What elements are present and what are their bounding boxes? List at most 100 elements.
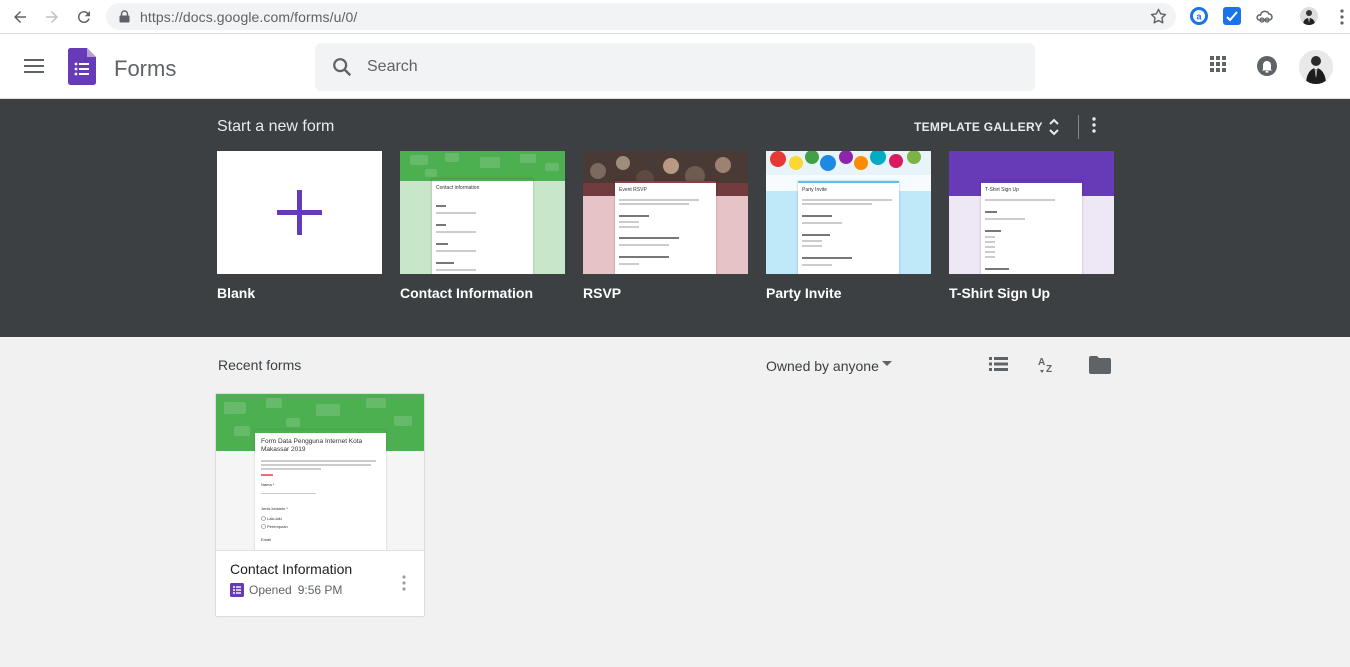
template-thumbnail[interactable]: Event RSVP [583,151,748,274]
preview-field: Jenis kelamin * [261,506,288,511]
placeholder-line [619,256,669,258]
template-label: Party Invite [766,285,842,301]
placeholder-line [985,230,1001,232]
template-thumbnail[interactable]: Contact information [400,151,565,274]
template-contact-information[interactable]: Contact information Contact Information [400,151,565,301]
placeholder-line [985,256,995,258]
placeholder-line [619,237,679,239]
search-icon[interactable] [331,56,353,78]
placeholder-line [619,226,639,228]
template-gallery-button[interactable]: TEMPLATE GALLERY [914,120,1043,134]
list-view-icon[interactable] [989,356,1008,372]
plus-icon [277,190,322,235]
placeholder-line [802,222,842,224]
reload-button[interactable] [72,5,96,29]
placeholder-line [985,241,995,243]
placeholder-line [261,464,371,466]
bookmark-star-icon[interactable] [1149,7,1168,26]
browser-toolbar: https://docs.google.com/forms/u/0/ a [0,0,1350,34]
app-title: Forms [114,56,177,81]
template-thumbnail[interactable]: Party Invite [766,151,931,274]
preview-option: Laki-laki [267,516,282,521]
main-menu-button[interactable] [23,55,45,77]
url-text: https://docs.google.com/forms/u/0/ [140,9,358,25]
template-label: RSVP [583,285,622,301]
placeholder-line [802,240,822,242]
placeholder-line [436,231,476,233]
form-more-options-icon[interactable] [402,575,406,591]
browser-menu-button[interactable] [1330,5,1350,29]
more-options-icon[interactable] [1092,117,1096,133]
placeholder-line [619,215,649,217]
preview-title: Party Invite [802,187,828,193]
accent-bar [255,430,386,433]
template-label: T-Shirt Sign Up [949,285,1051,301]
form-preview: Contact information [432,179,533,274]
template-party-invite[interactable]: Party Invite Party Invite [766,151,931,301]
lock-icon [119,10,130,23]
folder-icon[interactable] [1089,356,1111,374]
placeholder-line [436,205,446,207]
accent-bar [432,179,533,181]
forward-arrow-icon [46,11,58,23]
forward-button[interactable] [40,5,64,29]
unfold-more-icon[interactable] [1047,117,1061,137]
owner-filter-dropdown[interactable]: Owned by anyone [766,358,879,374]
forms-file-icon [230,583,244,597]
browser-profile-avatar[interactable] [1300,7,1318,25]
placeholder-line [436,250,476,252]
preview-title: Event RSVP [619,187,647,193]
placeholder-line [261,493,316,494]
template-blank[interactable]: Blank [217,151,382,301]
divider [1078,115,1079,139]
chat-pattern-header [400,151,565,181]
template-tshirt-sign-up[interactable]: T-Shirt Sign Up T-Shirt Sign Up [949,151,1114,301]
template-thumbnail[interactable]: T-Shirt Sign Up [949,151,1114,274]
hamburger-menu-icon [24,59,44,73]
placeholder-line [985,246,995,248]
back-button[interactable] [8,5,32,29]
google-apps-button[interactable] [1209,55,1227,78]
placeholder-line [261,460,376,462]
placeholder-line [619,221,639,223]
sort-az-icon[interactable]: A Z [1037,355,1059,375]
placeholder-line [802,215,832,217]
form-preview: T-Shirt Sign Up [981,181,1082,274]
placeholder-line [619,199,699,201]
search-input[interactable] [367,43,1007,91]
form-preview: Event RSVP [615,181,716,274]
placeholder-line [802,257,852,259]
placeholder-line [985,199,1055,201]
placeholder-line [985,251,995,253]
notifications-button[interactable] [1256,55,1278,82]
app-header: Forms [0,34,1350,99]
form-thumbnail[interactable]: Form Data Pengguna Internet Kota Makassa… [216,394,424,551]
address-bar[interactable]: https://docs.google.com/forms/u/0/ [106,3,1176,30]
extension-a-icon[interactable]: a [1190,7,1208,25]
placeholder-line [802,203,872,205]
form-name: Contact Information [230,561,353,577]
svg-text:Z: Z [1046,364,1052,375]
search-bar[interactable] [315,43,1035,91]
placeholder-line [436,269,476,271]
forms-logo-icon[interactable] [68,48,96,90]
placeholder-line [261,468,321,470]
recent-form-card[interactable]: Form Data Pengguna Internet Kota Makassa… [215,393,425,617]
template-rsvp[interactable]: Event RSVP RSVP [583,151,748,301]
accent-bar [981,181,1082,183]
reload-icon [77,11,90,24]
extension-cloud-icon[interactable] [1255,7,1273,25]
extension-check-icon[interactable] [1223,7,1241,25]
dropdown-arrow-icon[interactable] [882,361,892,367]
placeholder-line [985,236,995,238]
back-arrow-icon [14,11,26,23]
preview-title: Form Data Pengguna Internet Kota Makassa… [261,438,363,453]
placeholder-line [436,224,446,226]
template-thumbnail[interactable] [217,151,382,274]
account-avatar[interactable] [1299,50,1333,84]
notification-bell-icon [1257,56,1277,76]
placeholder-line [436,262,454,264]
placeholder-line [436,212,476,214]
preview-title: T-Shirt Sign Up [985,187,1019,193]
preview-field: Email [261,537,272,542]
